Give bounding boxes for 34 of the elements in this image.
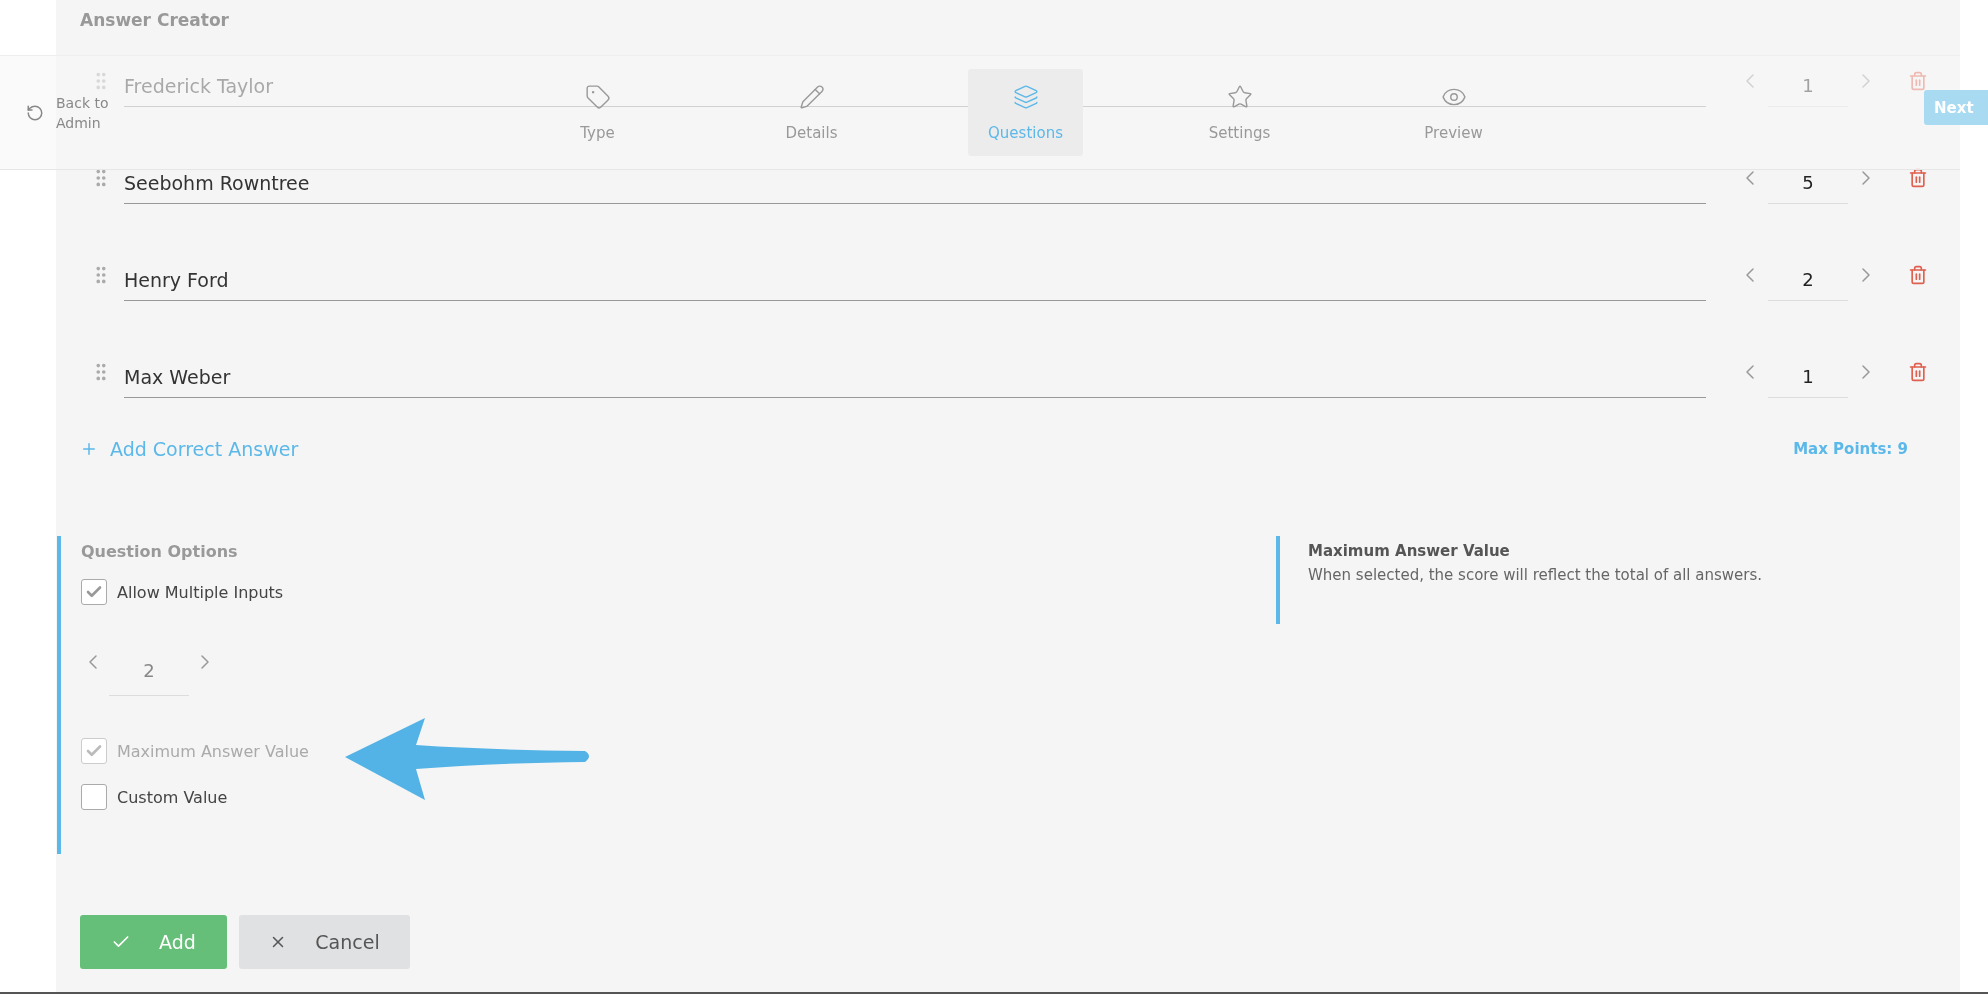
checkbox-label: Allow Multiple Inputs (117, 582, 284, 602)
delete-icon[interactable] (1908, 167, 1928, 188)
next-button[interactable]: Next (1924, 90, 1988, 125)
tag-icon (584, 83, 611, 110)
delete-icon[interactable] (1908, 264, 1928, 285)
answer-field[interactable]: Max Weber (124, 365, 1706, 398)
points-field[interactable]: 1 (1768, 74, 1848, 107)
checkbox[interactable] (81, 579, 107, 605)
star-icon (1226, 83, 1253, 110)
points-field[interactable]: 2 (1768, 268, 1848, 301)
panel-title: Answer Creator (79, 9, 230, 32)
plus-icon (80, 440, 98, 458)
undo-icon (26, 103, 44, 122)
delete-icon[interactable] (1908, 361, 1928, 382)
pencil-icon (798, 83, 825, 110)
checkbox-label: Maximum Answer Value (117, 741, 309, 761)
layers-icon (1012, 83, 1039, 110)
section-title: Question Options (81, 542, 239, 561)
add-button[interactable]: Add (80, 915, 227, 969)
info-text: When selected, the score will reflect the total of all answers. (1308, 566, 1763, 584)
answer-field[interactable]: Henry Ford (124, 268, 1706, 301)
step-tab[interactable]: Questions (968, 69, 1083, 156)
add-answer-link[interactable]: Add Correct Answer (80, 438, 299, 460)
points-field[interactable]: 5 (1768, 171, 1848, 204)
answer-field[interactable]: Seebohm Rowntree (124, 171, 1706, 204)
points-field[interactable]: 1 (1768, 365, 1848, 398)
checkbox[interactable] (81, 784, 107, 810)
checkbox-label: Custom Value (117, 787, 228, 807)
value-field[interactable]: 2 (109, 647, 189, 696)
max-points: Max Points: 9 (1793, 440, 1908, 458)
delete-icon[interactable] (1908, 70, 1928, 91)
cancel-button[interactable]: Cancel (239, 915, 410, 969)
info-title: Maximum Answer Value (1308, 542, 1511, 560)
back-link[interactable]: Back to Admin (26, 92, 120, 133)
